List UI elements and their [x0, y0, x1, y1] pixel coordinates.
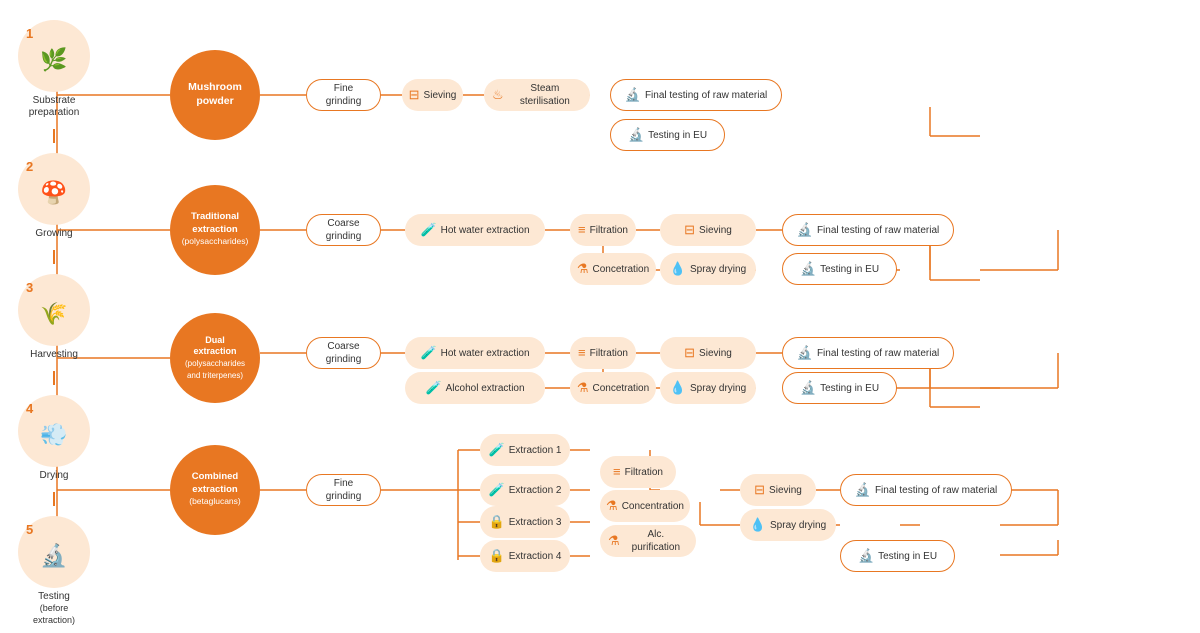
extr4-icon: 🔒	[489, 548, 505, 565]
spray-icon-2: 💧	[670, 261, 686, 278]
step-connector-4-5	[53, 492, 55, 506]
step-2-circle: 2 🍄	[18, 153, 90, 225]
process-combined-extraction: Combinedextraction(betaglucans)	[170, 445, 260, 535]
conc-icon-4: ⚗	[606, 498, 618, 515]
test-icon-1: 🔬	[625, 87, 641, 104]
step-3-label: Harvesting	[30, 349, 78, 361]
conc-icon-3: ⚗	[577, 380, 589, 397]
conc-icon-2: ⚗	[577, 261, 589, 278]
box-final-test-3: 🔬 Final testing of raw material	[782, 337, 954, 369]
box-fine-grinding-4: Fine grinding	[306, 474, 381, 506]
box-concentration-2: ⚗ Concetration	[570, 253, 656, 285]
flask-icon-3: 🧪	[420, 345, 436, 362]
test-icon-4: 🔬	[855, 482, 871, 499]
box-testing-eu-4: 🔬 Testing in EU	[840, 540, 955, 572]
extr3-icon: 🔒	[489, 514, 505, 531]
alcohol-icon-3: 🧪	[425, 380, 441, 397]
box-sieving-4: ⊟ Sieving	[740, 474, 816, 506]
box-final-test-2: 🔬 Final testing of raw material	[782, 214, 954, 246]
flask-icon-2: 🧪	[420, 222, 436, 239]
box-hot-water-3: 🧪 Hot water extraction	[405, 337, 545, 369]
steps-column: 1 🌿 Substratepreparation 2 🍄 Growing 3 🌾…	[18, 20, 90, 627]
box-concentration-4: ⚗ Concentration	[600, 490, 690, 522]
box-spray-drying-3: 💧 Spray drying	[660, 372, 756, 404]
step-5-number: 5	[26, 522, 33, 537]
step-2-icon: 🍄	[40, 180, 67, 206]
box-coarse-grinding-2: Coarse grinding	[306, 214, 381, 246]
filter-icon-3: ≡	[578, 345, 586, 362]
step-1-icon: 🌿	[40, 47, 67, 73]
sieve-icon-4: ⊟	[754, 482, 765, 499]
step-2-number: 2	[26, 159, 33, 174]
step-2: 2 🍄 Growing	[18, 153, 90, 240]
box-hot-water-2: 🧪 Hot water extraction	[405, 214, 545, 246]
box-sieving-1: ⊟ Sieving	[402, 79, 463, 111]
box-sieving-3: ⊟ Sieving	[660, 337, 756, 369]
step-5: 5 🔬 Testing(before extraction)	[18, 516, 90, 627]
box-extraction3-4: 🔒 Extraction 3	[480, 506, 570, 538]
step-2-label: Growing	[35, 228, 72, 240]
step-4-label: Drying	[40, 470, 69, 482]
box-filtration-4: ≡ Filtration	[600, 456, 676, 488]
box-filtration-3: ≡ Filtration	[570, 337, 636, 369]
box-fine-grinding-1: Fine grinding	[306, 79, 381, 111]
step-3: 3 🌾 Harvesting	[18, 274, 90, 361]
step-connector-2-3	[53, 250, 55, 264]
box-alcohol-3: 🧪 Alcohol extraction	[405, 372, 545, 404]
box-final-test-1: 🔬 Final testing of raw material	[610, 79, 782, 111]
test-icon-2: 🔬	[797, 222, 813, 239]
extr2-icon: 🧪	[489, 482, 505, 499]
step-1-number: 1	[26, 26, 33, 41]
test-icon-3: 🔬	[797, 345, 813, 362]
steam-icon: ♨	[492, 87, 504, 104]
process-mushroom-powder: Mushroom powder	[170, 50, 260, 140]
filter-icon-4: ≡	[613, 464, 621, 481]
diagram: 1 🌿 Substratepreparation 2 🍄 Growing 3 🌾…	[0, 0, 1200, 633]
step-5-label: Testing(before extraction)	[18, 591, 90, 627]
eu-icon-2: 🔬	[800, 261, 816, 278]
box-extraction1-4: 🧪 Extraction 1	[480, 434, 570, 466]
box-testing-eu-1: 🔬 Testing in EU	[610, 119, 725, 151]
box-alc-purification-4: ⚗ Alc. purification	[600, 525, 696, 557]
sieve-icon: ⊟	[409, 87, 420, 104]
step-4-icon: 💨	[40, 422, 67, 448]
step-3-number: 3	[26, 280, 33, 295]
box-testing-eu-3: 🔬 Testing in EU	[782, 372, 897, 404]
box-spray-drying-2: 💧 Spray drying	[660, 253, 756, 285]
process-traditional-extraction: Traditionalextraction(polysaccharides)	[170, 185, 260, 275]
step-1-circle: 1 🌿	[18, 20, 90, 92]
step-1-label: Substratepreparation	[29, 95, 80, 119]
filter-icon-2: ≡	[578, 222, 586, 239]
box-final-test-4: 🔬 Final testing of raw material	[840, 474, 1012, 506]
box-testing-eu-2: 🔬 Testing in EU	[782, 253, 897, 285]
sieve-icon-3: ⊟	[684, 345, 695, 362]
eu-icon-1: 🔬	[628, 127, 644, 144]
spray-icon-4: 💧	[750, 517, 766, 534]
step-1: 1 🌿 Substratepreparation	[18, 20, 90, 119]
box-coarse-grinding-3: Coarse grinding	[306, 337, 381, 369]
step-3-icon: 🌾	[40, 301, 67, 327]
sieve-icon-2: ⊟	[684, 222, 695, 239]
step-connector-1-2	[53, 129, 55, 143]
box-filtration-2: ≡ Filtration	[570, 214, 636, 246]
box-sieving-2: ⊟ Sieving	[660, 214, 756, 246]
alc-icon-4: ⚗	[608, 533, 620, 550]
step-5-circle: 5 🔬	[18, 516, 90, 588]
step-connector-3-4	[53, 371, 55, 385]
box-extraction4-4: 🔒 Extraction 4	[480, 540, 570, 572]
eu-icon-3: 🔬	[800, 380, 816, 397]
box-steam: ♨ Steam sterilisation	[484, 79, 590, 111]
step-3-circle: 3 🌾	[18, 274, 90, 346]
extr1-icon: 🧪	[489, 442, 505, 459]
process-dual-extraction: Dualextraction(polysaccharidesand triter…	[170, 313, 260, 403]
box-extraction2-4: 🧪 Extraction 2	[480, 474, 570, 506]
step-5-icon: 🔬	[40, 543, 67, 569]
step-4-number: 4	[26, 401, 33, 416]
eu-icon-4: 🔬	[858, 548, 874, 565]
box-concentration-3: ⚗ Concetration	[570, 372, 656, 404]
box-spray-drying-4: 💧 Spray drying	[740, 509, 836, 541]
spray-icon-3: 💧	[670, 380, 686, 397]
step-4-circle: 4 💨	[18, 395, 90, 467]
step-4: 4 💨 Drying	[18, 395, 90, 482]
